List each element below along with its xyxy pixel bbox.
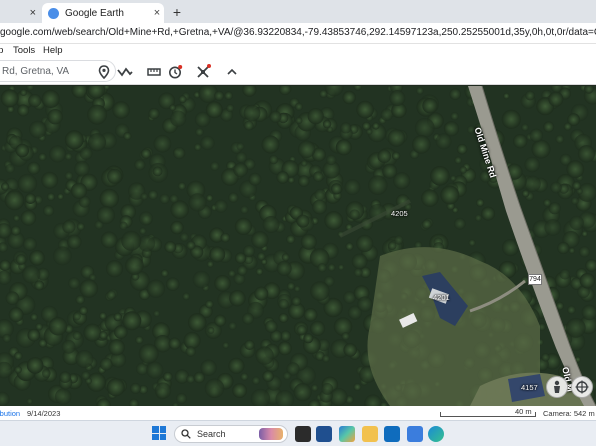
tab-google-earth[interactable]: Google Earth × — [42, 3, 164, 23]
taskbar-search-box[interactable]: Search — [174, 425, 288, 443]
location-pin-icon[interactable] — [95, 63, 113, 80]
route-shield-794: 794 — [528, 274, 542, 285]
address-label-4205: 4205 — [391, 209, 408, 218]
widgets-icon[interactable] — [316, 426, 332, 442]
pegman-icon[interactable] — [546, 376, 568, 398]
chrome-icon[interactable] — [407, 426, 423, 442]
chevron-up-icon[interactable] — [223, 63, 241, 80]
address-label-4157: 4157 — [521, 383, 538, 392]
map-status-bar: ibution 9/14/2023 40 m Camera: 542 m — [0, 406, 596, 420]
path-icon[interactable] — [116, 63, 134, 80]
menu-item-help-partial[interactable]: lp — [0, 45, 3, 56]
google-earth-favicon-icon — [48, 7, 59, 19]
prev-tab-close-button[interactable]: × — [0, 3, 40, 23]
search-highlight-icon — [259, 428, 283, 440]
browser-tab-bar: × Google Earth × + — [0, 0, 596, 23]
task-view-icon[interactable] — [295, 426, 311, 442]
address-bar[interactable]: google.com/web/search/Old+Mine+Rd,+Gretn… — [0, 23, 596, 44]
camera-altitude: Camera: 542 m — [543, 409, 595, 418]
satellite-imagery — [0, 86, 596, 406]
new-tab-button[interactable]: + — [168, 3, 186, 21]
search-input-value[interactable]: Rd, Gretna, VA — [2, 66, 69, 77]
tab-title: Google Earth — [65, 7, 124, 19]
menu-item-tools[interactable]: Tools — [13, 45, 35, 56]
windows-taskbar: Search — [0, 420, 596, 446]
compass-icon[interactable] — [571, 376, 593, 398]
earth-menu-bar: lp Tools Help — [0, 44, 596, 58]
history-icon[interactable] — [166, 63, 184, 80]
windows-start-icon[interactable] — [152, 426, 166, 440]
outlook-icon[interactable] — [384, 426, 400, 442]
earth-toolbar: Rd, Gretna, VA — [0, 58, 596, 85]
satellite-map-view[interactable]: Old Mine Rd Old M 794 4205 4201 4157 — [0, 86, 596, 406]
imagery-date: 9/14/2023 — [27, 409, 61, 418]
satellite-icon[interactable] — [194, 63, 212, 80]
edge-icon[interactable] — [428, 426, 444, 442]
ruler-icon[interactable] — [145, 63, 163, 80]
tab-close-button[interactable]: × — [150, 7, 164, 19]
scale-label: 40 m — [515, 407, 532, 416]
address-label-4201: 4201 — [433, 293, 450, 302]
url-text[interactable]: google.com/web/search/Old+Mine+Rd,+Gretn… — [0, 27, 596, 38]
menu-item-help[interactable]: Help — [43, 45, 63, 56]
file-explorer-icon[interactable] — [362, 426, 378, 442]
taskbar-search-label: Search — [197, 429, 226, 439]
attribution-link[interactable]: ibution — [0, 409, 20, 418]
copilot-icon[interactable] — [339, 426, 355, 442]
search-icon — [181, 429, 191, 439]
